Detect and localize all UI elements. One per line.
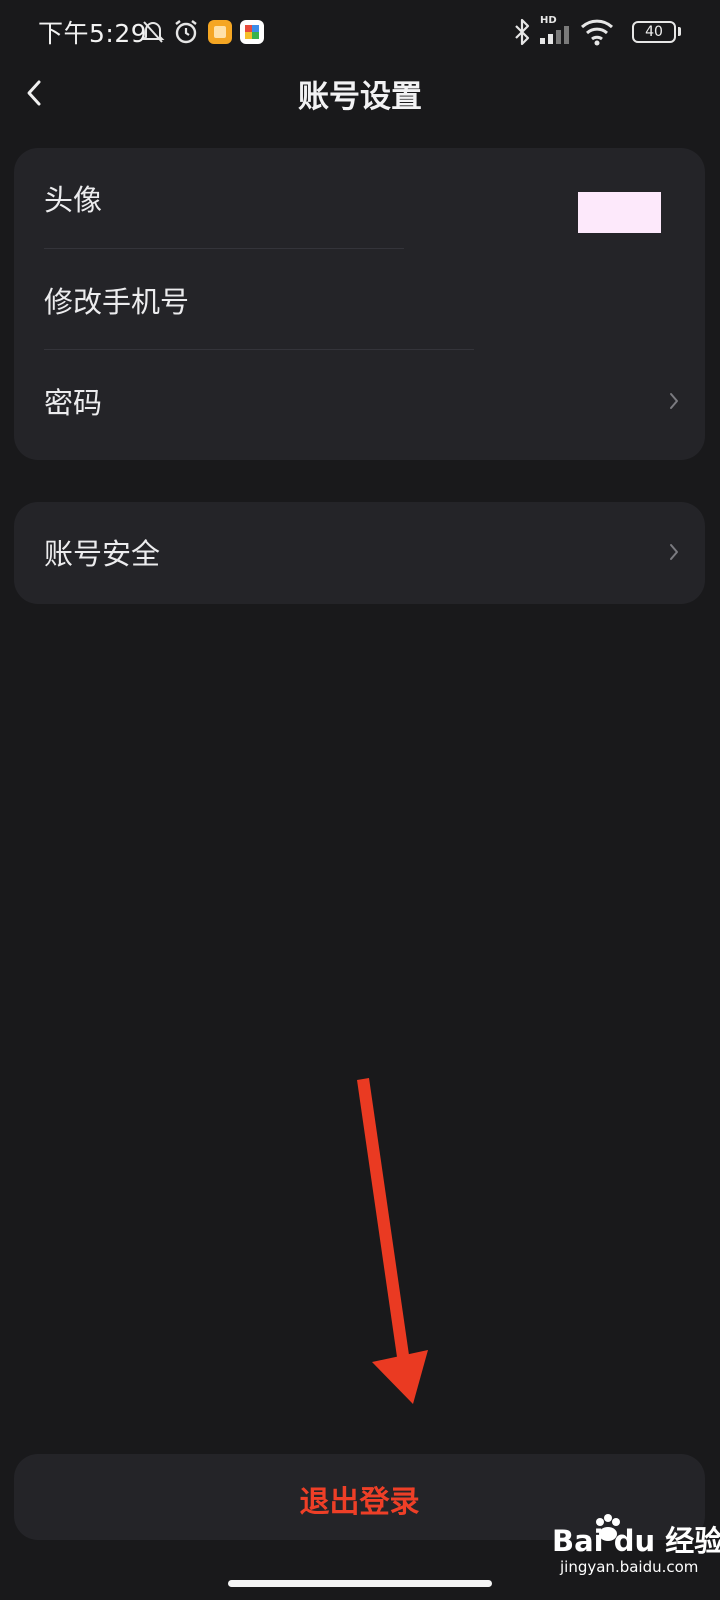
settings-group-security: 账号安全 — [14, 502, 705, 604]
row-label-change-phone: 修改手机号 — [44, 285, 190, 319]
row-label-password: 密码 — [44, 386, 103, 420]
row-label-avatar: 头像 — [44, 183, 103, 217]
page-title: 账号设置 — [298, 79, 422, 115]
watermark-main: Bai du 经验 — [552, 1524, 720, 1558]
settings-group-profile: 头像 修改手机号 密码 — [14, 148, 705, 460]
watermark-sub: jingyan.baidu.com — [560, 1558, 699, 1576]
chevron-right-icon — [670, 544, 678, 560]
avatar-thumbnail[interactable] — [578, 192, 661, 233]
row-label-account-security: 账号安全 — [44, 537, 161, 571]
chevron-right-icon — [670, 393, 678, 409]
bluetooth-icon — [515, 18, 530, 46]
mute-bell-icon — [141, 21, 165, 43]
signal-icon — [540, 26, 569, 44]
row-avatar[interactable]: 头像 — [14, 148, 705, 250]
row-password[interactable]: 密码 — [14, 351, 705, 453]
row-change-phone[interactable]: 修改手机号 — [14, 250, 705, 352]
battery-nub — [678, 27, 681, 36]
row-account-security[interactable]: 账号安全 — [14, 502, 705, 604]
alarm-icon — [175, 20, 197, 44]
puzzle-app-icon — [240, 20, 264, 44]
status-time: 下午5:29 — [38, 19, 148, 48]
gallery-app-icon — [208, 20, 232, 44]
status-bar: 下午5:29 HD 40 — [0, 0, 720, 66]
battery-level: 40 — [645, 24, 663, 40]
battery-icon: 40 — [632, 21, 676, 43]
divider — [44, 248, 404, 249]
home-indicator[interactable] — [228, 1580, 492, 1587]
divider — [44, 349, 474, 350]
watermark: Bai du 经验 jingyan.baidu.com — [552, 1514, 720, 1588]
wifi-icon — [580, 19, 614, 46]
network-badge: HD — [540, 15, 557, 26]
